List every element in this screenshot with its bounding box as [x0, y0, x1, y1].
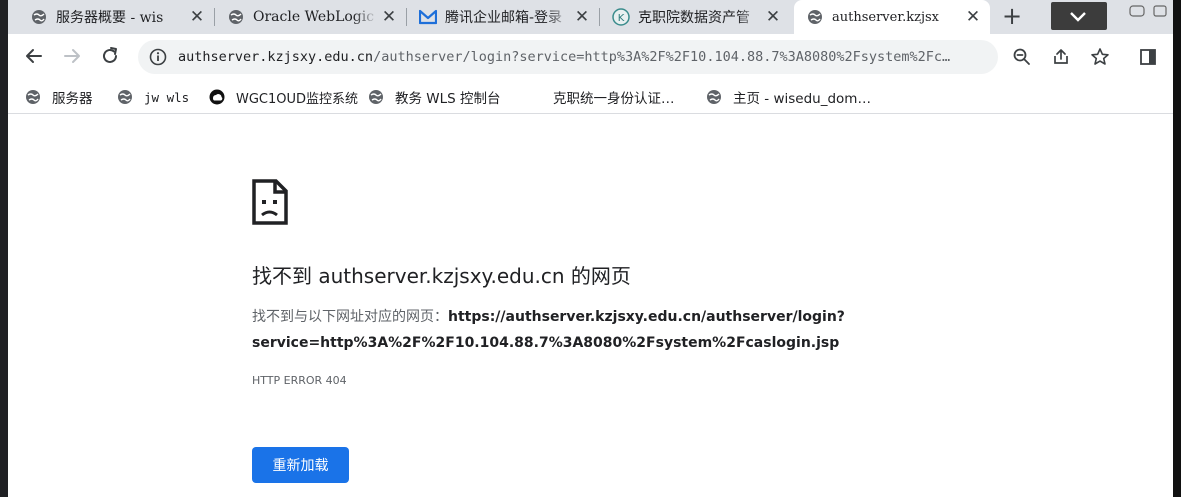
- new-tab-button[interactable]: +: [998, 3, 1026, 31]
- tab-search-button[interactable]: [1051, 2, 1107, 30]
- bookmark-label: WGC1OUD监控系统: [236, 91, 359, 107]
- tab-title: Oracle WebLogic: [253, 9, 375, 25]
- reload-icon: [103, 47, 117, 63]
- bookmark-jw-wls[interactable]: jw wls: [116, 86, 189, 108]
- site-info-icon[interactable]: [138, 48, 178, 66]
- bookmark-label: 服务器: [52, 91, 93, 107]
- bookmark-label: 教务 WLS 控制台: [395, 91, 501, 107]
- close-icon[interactable]: ✕: [962, 7, 984, 27]
- error-url-line1: https://authserver.kzjsxy.edu.cn/authser…: [448, 309, 845, 325]
- error-title: 找不到 authserver.kzjsxy.edu.cn 的网页: [252, 264, 631, 288]
- bookmark-wgcloud[interactable]: WGC1OUD监控系统: [208, 86, 358, 108]
- bookmark-wls-console[interactable]: 教务 WLS 控制台: [367, 86, 501, 108]
- kzjsxy-logo-icon: K: [612, 8, 630, 26]
- bookmark-kzj-auth[interactable]: 克职统一身份认证…: [553, 86, 675, 108]
- browser-window: 服务器概要 - wis ✕ Oracle WebLogic ✕ 腾讯企业邮箱-登…: [8, 0, 1173, 497]
- tab-tencent-mail[interactable]: 腾讯企业邮箱-登录 ✕: [407, 0, 599, 34]
- forward-arrow-icon: [64, 49, 80, 63]
- error-description: 找不到与以下网址对应的网页：https://authserver.kzjsxy.…: [252, 304, 892, 356]
- bookmarks-bar: 服务器 jw wls WGC1OUD监控系统 教务 WLS 控制台 克职统一身份…: [8, 80, 1173, 114]
- url-path: /authserver/login?service=http%3A%2F%2F1…: [373, 49, 951, 65]
- url-host: authserver.kzjsxy.edu.cn: [178, 49, 374, 65]
- share-icon[interactable]: [1049, 44, 1073, 70]
- window-controls[interactable]: [1128, 4, 1168, 24]
- svg-text:K: K: [618, 13, 625, 24]
- page-content: 找不到 authserver.kzjsxy.edu.cn 的网页 找不到与以下网…: [8, 115, 1173, 497]
- zoom-icon[interactable]: [1010, 44, 1034, 70]
- tab-title: 克职院数据资产管: [638, 10, 750, 26]
- error-code: HTTP ERROR 404: [252, 374, 347, 387]
- bookmark-servers[interactable]: 服务器: [24, 86, 93, 108]
- globe-icon: [806, 8, 824, 26]
- bookmark-label: 克职统一身份认证…: [553, 91, 675, 107]
- error-url-line2: service=http%3A%2F%2F10.104.88.7%3A8080%…: [252, 335, 840, 351]
- globe-icon: [227, 8, 245, 26]
- wgcloud-icon: [208, 88, 226, 106]
- back-arrow-icon: [26, 49, 42, 63]
- bookmark-label: jw wls: [144, 89, 190, 105]
- bookmark-star-icon[interactable]: [1088, 44, 1112, 70]
- tab-server-overview[interactable]: 服务器概要 - wis ✕: [18, 0, 214, 34]
- tab-title: 腾讯企业邮箱-登录: [445, 10, 563, 26]
- window-edge: [1173, 0, 1181, 497]
- tab-authserver[interactable]: authserver.kzjsx ✕: [794, 0, 990, 34]
- tab-kzjsxy-assets[interactable]: K 克职院数据资产管 ✕: [600, 0, 790, 34]
- tab-title: 服务器概要 - wis: [56, 10, 164, 26]
- globe-icon: [367, 88, 385, 106]
- reload-button[interactable]: [96, 42, 124, 70]
- url-text[interactable]: authserver.kzjsxy.edu.cn/authserver/logi…: [178, 49, 978, 65]
- sad-page-icon: [250, 178, 290, 230]
- error-desc-prefix: 找不到与以下网址对应的网页：: [252, 309, 448, 325]
- globe-icon: [116, 88, 134, 106]
- browser-toolbar: authserver.kzjsxy.edu.cn/authserver/logi…: [8, 34, 1173, 80]
- close-icon[interactable]: ✕: [186, 7, 208, 27]
- globe-icon: [24, 88, 42, 106]
- forward-button[interactable]: [58, 42, 86, 70]
- tab-title: authserver.kzjsx: [832, 9, 940, 25]
- tencent-mail-icon: [419, 8, 437, 26]
- globe-icon: [30, 8, 48, 26]
- side-panel-icon[interactable]: [1136, 44, 1160, 70]
- reload-page-button[interactable]: 重新加载: [252, 447, 349, 483]
- close-icon[interactable]: ✕: [571, 7, 593, 27]
- bookmark-wisedu-home[interactable]: 主页 - wisedu_dom…: [705, 86, 871, 108]
- tab-strip: 服务器概要 - wis ✕ Oracle WebLogic ✕ 腾讯企业邮箱-登…: [8, 0, 1173, 34]
- address-bar[interactable]: authserver.kzjsxy.edu.cn/authserver/logi…: [138, 40, 998, 74]
- bookmark-label: 主页 - wisedu_dom…: [733, 91, 871, 107]
- close-icon[interactable]: ✕: [762, 7, 784, 27]
- tab-oracle-weblogic[interactable]: Oracle WebLogic ✕: [215, 0, 406, 34]
- globe-icon: [705, 88, 723, 106]
- close-icon[interactable]: ✕: [378, 7, 400, 27]
- back-button[interactable]: [20, 42, 48, 70]
